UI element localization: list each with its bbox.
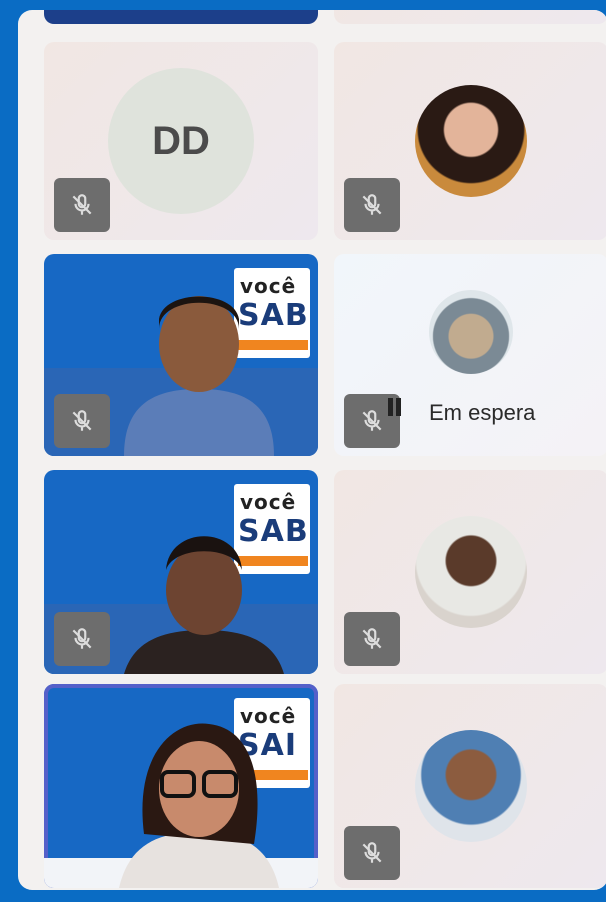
mic-muted-badge: [344, 612, 400, 666]
mic-muted-badge: [54, 394, 110, 448]
avatar: [415, 516, 527, 628]
avatar: [429, 290, 513, 374]
participant-tile-partial-2[interactable]: [334, 10, 606, 24]
mic-off-icon: [362, 194, 382, 215]
mic-muted-badge: [54, 178, 110, 232]
mic-off-icon: [362, 628, 382, 649]
participant-video: [124, 296, 274, 456]
brand-text-1: você: [240, 490, 297, 514]
mic-off-icon: [72, 628, 92, 649]
participant-video: [119, 723, 279, 888]
status-text: Em espera: [429, 400, 536, 425]
mic-off-icon: [72, 410, 92, 431]
participant-gallery: DD você SAB Em espera você SAB você SAI: [18, 10, 606, 890]
pause-icon: [388, 398, 401, 416]
participant-tile-video-5[interactable]: você SAB: [44, 470, 318, 674]
mic-muted-badge: [344, 826, 400, 880]
avatar-initials: DD: [108, 68, 254, 214]
participant-tile-6[interactable]: [334, 470, 606, 674]
participant-tile-2[interactable]: [334, 42, 606, 240]
mic-off-icon: [362, 842, 382, 863]
mic-off-icon: [72, 194, 92, 215]
mic-off-icon: [362, 410, 382, 431]
participant-tile-on-hold[interactable]: Em espera: [334, 254, 606, 456]
participant-video: [124, 536, 284, 674]
avatar: [415, 85, 527, 197]
avatar: [415, 730, 527, 842]
mic-muted-badge: [54, 612, 110, 666]
participant-tile-8[interactable]: [334, 684, 606, 888]
mic-muted-badge: [344, 178, 400, 232]
participant-tile-partial-1[interactable]: [44, 10, 318, 24]
participant-tile-dd[interactable]: DD: [44, 42, 318, 240]
participant-tile-video-3[interactable]: você SAB: [44, 254, 318, 456]
participant-tile-speaking[interactable]: você SAI: [44, 684, 318, 888]
